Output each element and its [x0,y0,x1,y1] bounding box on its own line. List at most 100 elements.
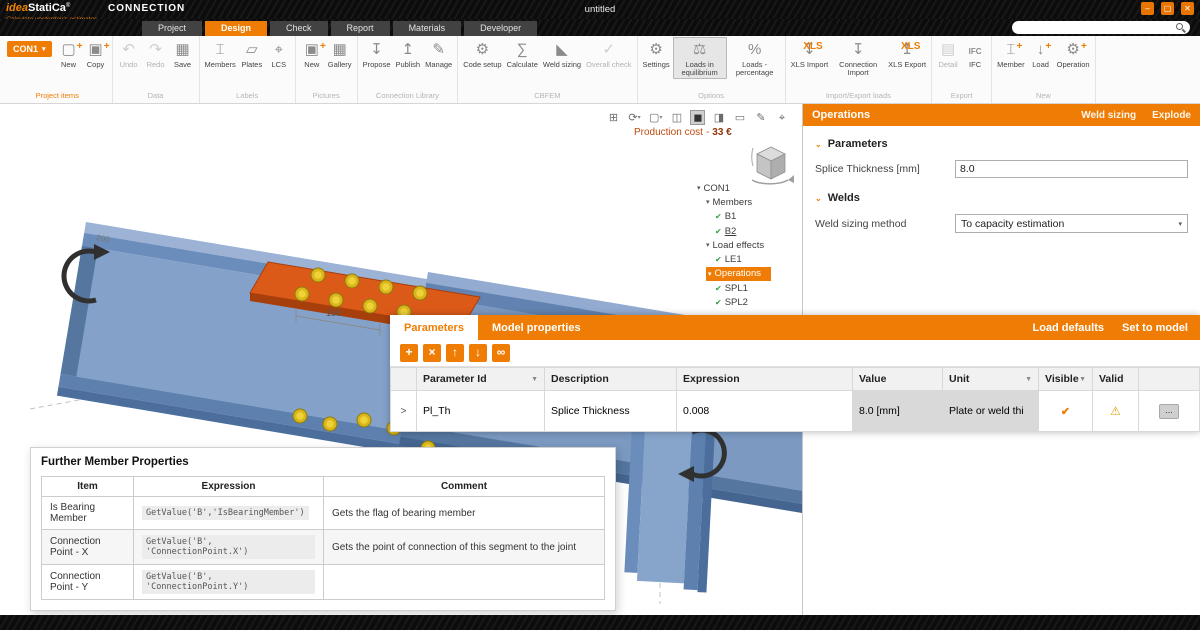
ribbon-undo-button[interactable]: ↶Undo [116,37,142,70]
move-down-button[interactable]: ↓ [469,344,487,362]
ribbon-propose-button[interactable]: ↧Propose [361,37,393,70]
further-properties-title: Further Member Properties [41,456,605,468]
ribbon-operation-button[interactable]: ⚙+Operation [1055,37,1092,70]
tab-parameters[interactable]: Parameters [390,315,478,340]
section-view-icon[interactable]: ◫ [669,110,684,125]
maximize-button[interactable]: ▢ [1161,2,1174,15]
weld-sizing-button[interactable]: Weld sizing [1081,110,1136,121]
ribbon-member-button[interactable]: ⌶+Member [995,37,1027,70]
search-input[interactable] [1020,21,1170,34]
tab-model-properties[interactable]: Model properties [478,315,595,340]
column-header-description[interactable]: Description [545,368,677,391]
load-defaults-button[interactable]: Load defaults [1032,322,1104,334]
fp-comment: Gets the point of connection of this seg… [324,530,605,565]
column-header-parameter-id[interactable]: Parameter Id▼ [417,368,545,391]
filter-icon[interactable]: ▼ [531,376,538,383]
ribbon-new-button[interactable]: ▢+New [56,37,82,70]
ribbon-detail-button[interactable]: ▤Detail [935,37,961,70]
column-header-value[interactable]: Value [853,368,943,391]
ribbon-copy-button[interactable]: ▣+Copy [83,37,109,70]
tree-item-spl1[interactable]: ✔SPL1 [715,281,748,295]
ribbon-group-export: ▤DetailIFCIFCExport [932,36,992,103]
project-select-button[interactable]: CON1▾ [7,41,52,57]
section-header-parameters[interactable]: ⌄Parameters [815,138,1188,150]
tab-design[interactable]: Design [205,21,267,36]
table-row[interactable]: >Pl_ThSplice Thickness0.0088.0 [mm]Plate… [391,391,1200,432]
delete-button[interactable]: × [423,344,441,362]
splice-thickness-mm-input[interactable] [955,160,1188,178]
tree-item-operations[interactable]: ▾Operations [706,267,771,281]
ribbon-ifc-button[interactable]: IFCIFC [962,37,988,70]
ribbon-lcs-button[interactable]: ⌖LCS [266,37,292,70]
ribbon-redo-button[interactable]: ↷Redo [143,37,169,70]
column-header-unit[interactable]: Unit▼ [943,368,1039,391]
orbit-icon[interactable]: ⟳▾ [627,110,642,125]
section-header-welds[interactable]: ⌄Welds [815,192,1188,204]
tab-developer[interactable]: Developer [464,21,537,36]
view-direction-icon[interactable]: ▢▾ [648,110,663,125]
search-box [1012,21,1190,34]
ribbon-new-button[interactable]: ▣+New [299,37,325,70]
ribbon-group-new: ⌶+Member↓+Load⚙+OperationNew [992,36,1095,103]
tree-item-b1[interactable]: ✔B1 [715,210,736,224]
operations-panel-header: Operations Weld sizingExplode [803,104,1200,126]
ribbon-members-button[interactable]: ⌶Members [203,37,238,70]
filter-icon[interactable]: ▼ [1025,376,1032,383]
ribbon-gallery-button[interactable]: ▦Gallery [326,37,354,70]
annotate-icon[interactable]: ✎ [753,110,768,125]
solid-view-icon[interactable]: ◼ [690,110,705,125]
ribbon-load-button[interactable]: ↓+Load [1028,37,1054,70]
ribbon-weld-sizing-button[interactable]: ◣Weld sizing [541,37,583,70]
move-up-button[interactable]: ↑ [446,344,464,362]
ribbon-publish-button[interactable]: ↥Publish [394,37,423,70]
add-button[interactable]: + [400,344,418,362]
filter-icon[interactable]: ▼ [1079,376,1086,383]
tree-item-spl2[interactable]: ✔SPL2 [715,295,748,309]
weld-sizing-method-select[interactable]: To capacity estimation▾ [955,214,1188,233]
more-button[interactable]: ... [1159,404,1179,419]
ribbon-loads-in-equilibrium-button[interactable]: ⚖Loads in equilibrium [673,37,727,79]
tree-item-b2[interactable]: ✔B2 [715,224,736,238]
tree-item-le1[interactable]: ✔LE1 [715,252,742,266]
tree-item-load-effects[interactable]: ▾Load effects [706,238,764,252]
wireframe-view-icon[interactable]: ▭ [732,110,747,125]
minimize-button[interactable]: – [1141,2,1154,15]
row-expander[interactable]: > [391,391,417,432]
close-button[interactable]: ✕ [1181,2,1194,15]
column-header-item[interactable] [1139,368,1200,391]
ribbon-save-button[interactable]: ▦Save [170,37,196,70]
chevron-down-icon: ▾ [706,198,710,206]
ribbon-connection-import-button[interactable]: ↧Connection Import [831,37,885,79]
measure-icon[interactable]: ⌖ [774,110,789,125]
ribbon-code-setup-button[interactable]: ⚙Code setup [461,37,503,70]
ribbon-xls-import-button[interactable]: ↧XLSXLS Import [789,37,831,70]
ribbon-loads-percentage-button[interactable]: %Loads - percentage [728,37,782,79]
ribbon-xls-export-button[interactable]: ↥XLSXLS Export [886,37,928,70]
ribbon-settings-button[interactable]: ⚙Settings [641,37,672,70]
fit-view-icon[interactable]: ⊞ [606,110,621,125]
column-header-visible[interactable]: Visible▼ [1039,368,1093,391]
ribbon-plates-button[interactable]: ▱Plates [239,37,265,70]
ribbon-overall-check-button[interactable]: ✓Overall check [584,37,633,70]
tree-item-con1[interactable]: ▾CON1 [697,181,730,195]
ribbon-calculate-button[interactable]: ∑Calculate [505,37,540,70]
tree-item-members[interactable]: ▾Members [706,195,752,209]
tab-materials[interactable]: Materials [393,21,462,36]
tab-check[interactable]: Check [270,21,328,36]
column-header-valid[interactable]: Valid [1093,368,1139,391]
column-header-item[interactable] [391,368,417,391]
transparent-view-icon[interactable]: ◨ [711,110,726,125]
column-member[interactable] [624,412,716,592]
set-to-model-button[interactable]: Set to model [1122,322,1188,334]
tab-project[interactable]: Project [142,21,202,36]
chevron-down-icon: ⌄ [815,140,822,149]
calculate-icon: ∑ [517,40,528,60]
cell-visible[interactable]: ✔ [1039,391,1093,432]
explode-button[interactable]: Explode [1152,110,1191,121]
ribbon-manage-button[interactable]: ✎Manage [423,37,454,70]
tab-report[interactable]: Report [331,21,390,36]
link-button[interactable]: ∞ [492,344,510,362]
cell-valid: ⚠ [1093,391,1139,432]
column-header-expression[interactable]: Expression [677,368,853,391]
cell-expression[interactable]: 0.008 [677,391,853,432]
